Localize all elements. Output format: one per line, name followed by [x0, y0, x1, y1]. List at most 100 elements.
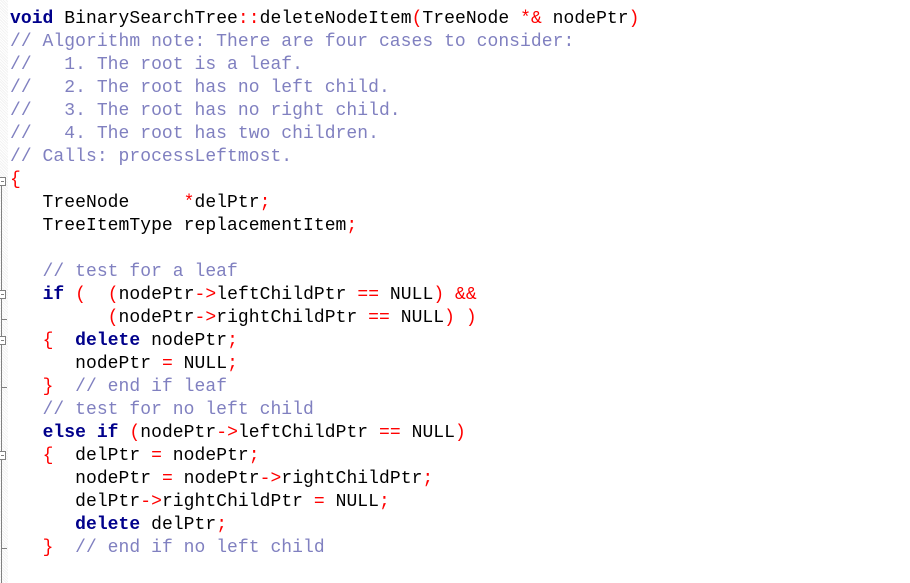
code-line[interactable]: nodePtr = nodePtr->rightChildPtr; — [10, 468, 640, 491]
code-line[interactable]: delete delPtr; — [10, 514, 640, 537]
operator-token: ( — [107, 308, 119, 328]
comment-token: // 4. The root has two children. — [10, 124, 379, 144]
keyword-token: void — [10, 9, 54, 29]
operator-token: = — [151, 446, 162, 466]
code-token: TreeNode — [422, 9, 521, 29]
operator-token: = — [161, 469, 173, 489]
code-token: NULL — [389, 308, 445, 328]
operator-token: ; — [216, 515, 228, 535]
operator-token: -> — [140, 492, 162, 512]
code-line[interactable]: void BinarySearchTree::deleteNodeItem(Tr… — [10, 8, 640, 31]
code-token: nodePtr — [172, 469, 260, 489]
code-line[interactable]: TreeItemType replacementItem; — [10, 215, 640, 238]
code-token: rightChildPtr — [281, 469, 423, 489]
operator-token: == — [357, 285, 380, 305]
fold-end-marker — [1, 319, 7, 320]
code-line[interactable]: TreeNode *delPtr; — [10, 192, 640, 215]
code-token: delPtr — [140, 515, 217, 535]
comment-token: // test for a leaf — [10, 262, 238, 282]
keyword-token: else if — [42, 423, 119, 443]
operator-token: -> — [194, 308, 217, 328]
code-token: delPtr — [10, 492, 141, 512]
operator-token: ( — [411, 9, 423, 29]
operator-token: { — [42, 446, 54, 466]
code-line[interactable]: // test for no left child — [10, 399, 640, 422]
comment-token: // Algorithm note: There are four cases … — [10, 32, 575, 52]
code-line[interactable]: delPtr->rightChildPtr = NULL; — [10, 491, 640, 514]
code-token: leftChildPtr — [237, 423, 380, 443]
operator-token: { — [10, 170, 21, 190]
operator-token: ; — [227, 331, 238, 351]
operator-token: ; — [422, 469, 434, 489]
code-line[interactable]: // 1. The root is a leaf. — [10, 54, 640, 77]
code-token: delPtr — [53, 446, 152, 466]
fold-toggle-icon[interactable] — [0, 451, 6, 460]
operator-token: ; — [346, 216, 358, 236]
code-line[interactable]: (nodePtr->rightChildPtr == NULL) ) — [10, 307, 640, 330]
code-token: rightChildPtr — [161, 492, 314, 512]
code-line[interactable]: // test for a leaf — [10, 261, 640, 284]
comment-token: // 1. The root is a leaf. — [10, 55, 303, 75]
operator-token: { — [42, 331, 54, 351]
code-line[interactable]: // 3. The root has no right child. — [10, 100, 640, 123]
operator-token: :: — [237, 9, 260, 29]
operator-token: * — [183, 193, 195, 213]
code-line[interactable]: { delete nodePtr; — [10, 330, 640, 353]
fold-guide-line — [1, 185, 2, 583]
operator-token: ( — [129, 423, 141, 443]
fold-end-marker — [1, 387, 7, 388]
code-line[interactable]: { — [10, 169, 640, 192]
operator-token: && — [455, 285, 477, 305]
operator-token: ( — [75, 285, 86, 305]
code-line[interactable]: { delPtr = nodePtr; — [10, 445, 640, 468]
code-token: delPtr — [194, 193, 260, 213]
code-token: nodePtr — [541, 9, 629, 29]
code-token: nodePtr — [161, 446, 249, 466]
operator-token: } — [42, 538, 54, 558]
keyword-token: delete — [75, 515, 141, 535]
code-token: rightChildPtr — [216, 308, 369, 328]
operator-token: ; — [248, 446, 260, 466]
fold-gutter — [0, 0, 8, 583]
fold-toggle-icon[interactable] — [0, 177, 6, 186]
code-line[interactable]: // 2. The root has no left child. — [10, 77, 640, 100]
code-line[interactable]: } // end if leaf — [10, 376, 640, 399]
code-token: nodePtr — [10, 354, 162, 374]
code-editor[interactable]: void BinarySearchTree::deleteNodeItem(Tr… — [0, 0, 910, 583]
code-token: TreeNode — [10, 193, 184, 213]
keyword-token: delete — [75, 331, 141, 351]
code-token: nodePtr — [10, 469, 162, 489]
code-token: nodePtr — [118, 308, 195, 328]
code-line[interactable]: // 4. The root has two children. — [10, 123, 640, 146]
operator-token: == — [379, 423, 401, 443]
code-line[interactable]: // Calls: processLeftmost. — [10, 146, 640, 169]
fold-end-marker — [1, 548, 7, 549]
code-line[interactable]: else if (nodePtr->leftChildPtr == NULL) — [10, 422, 640, 445]
code-token: NULL — [400, 423, 455, 443]
code-line[interactable]: nodePtr = NULL; — [10, 353, 640, 376]
fold-toggle-icon[interactable] — [0, 290, 6, 299]
code-line[interactable] — [10, 238, 640, 261]
code-line[interactable]: // Algorithm note: There are four cases … — [10, 31, 640, 54]
fold-toggle-icon[interactable] — [0, 336, 6, 345]
operator-token: ) — [433, 285, 445, 305]
operator-token: *& — [520, 9, 542, 29]
operator-token: ) — [628, 9, 640, 29]
comment-token: // end if leaf — [53, 377, 228, 397]
code-line[interactable]: if ( (nodePtr->leftChildPtr == NULL) && — [10, 284, 640, 307]
code-text-area[interactable]: void BinarySearchTree::deleteNodeItem(Tr… — [10, 8, 640, 560]
operator-token: == — [368, 308, 390, 328]
code-line[interactable]: } // end if no left child — [10, 537, 640, 560]
code-token: NULL — [172, 354, 228, 374]
